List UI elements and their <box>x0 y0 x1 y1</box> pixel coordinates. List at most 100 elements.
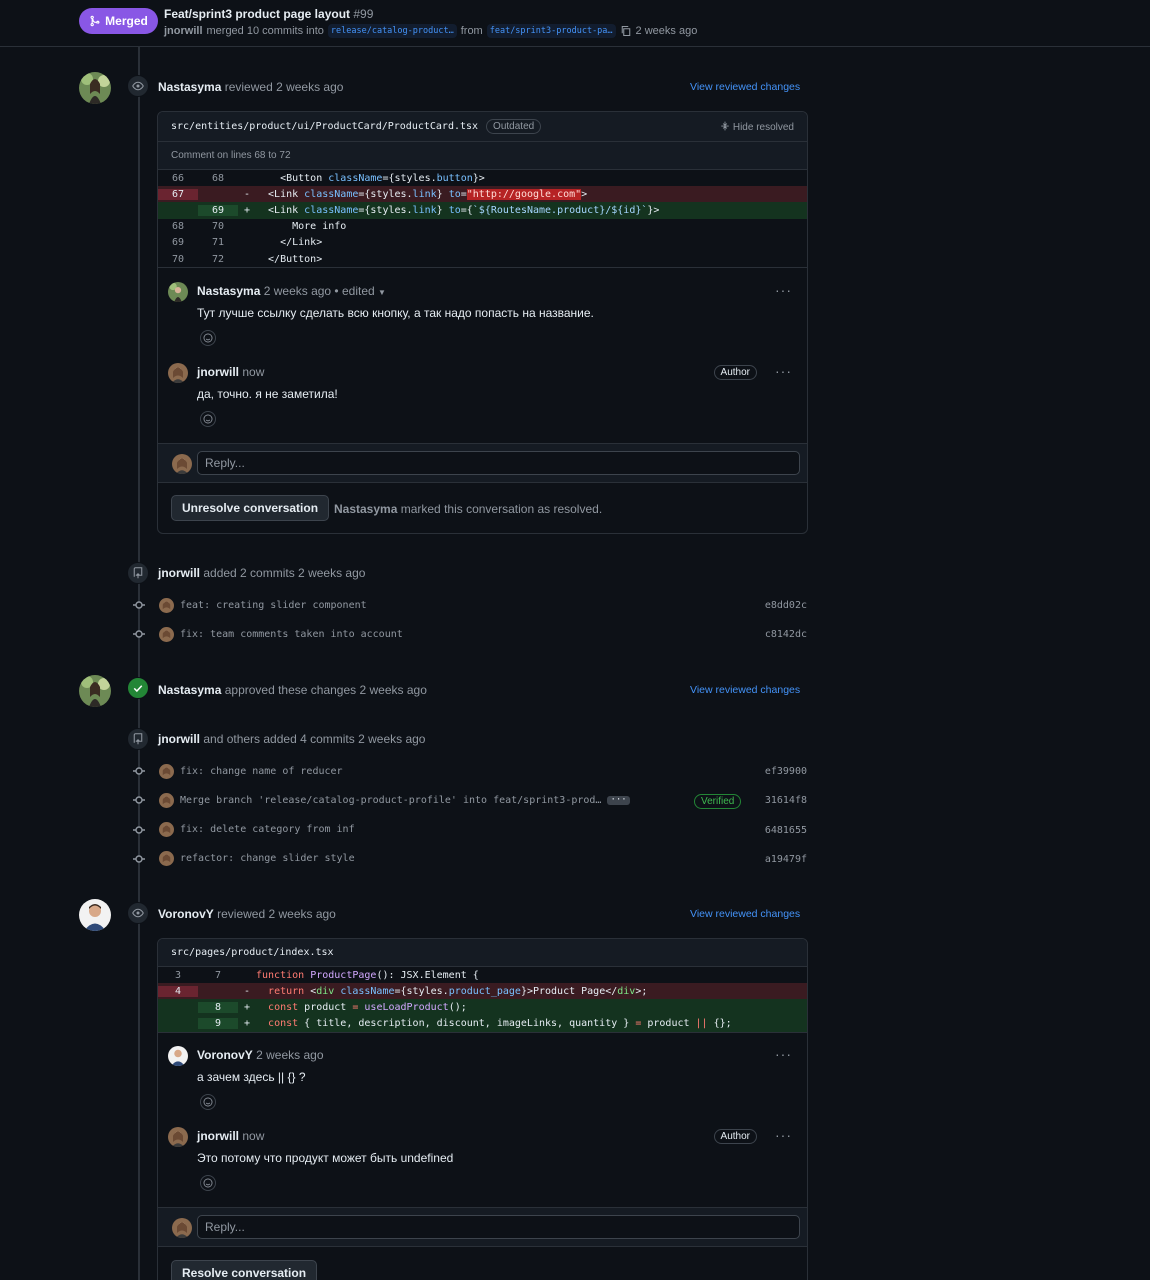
add-reaction-icon[interactable] <box>200 330 216 346</box>
comment-meta[interactable]: 2 weeks ago • edited <box>264 284 375 298</box>
commit-message[interactable]: feat: creating slider component <box>180 600 367 611</box>
diff-sign: + <box>243 1018 251 1030</box>
commits-event-text: jnorwill and others added 4 commits 2 we… <box>158 732 425 746</box>
line-number-new[interactable]: 71 <box>198 237 238 248</box>
resolve-conversation-button[interactable]: Resolve conversation <box>171 1260 318 1280</box>
add-reaction-icon[interactable] <box>200 1175 216 1191</box>
commit-sha[interactable]: 6481655 <box>765 825 807 836</box>
commit-sha[interactable]: ef39900 <box>765 766 807 777</box>
committer-name[interactable]: jnorwill <box>158 566 200 580</box>
file-path[interactable]: src/pages/product/index.tsx <box>171 947 334 958</box>
commit-message[interactable]: refactor: change slider style <box>180 853 355 864</box>
comment-options-icon[interactable]: ··· <box>775 1046 792 1062</box>
line-number-new[interactable]: 9 <box>198 1018 238 1030</box>
add-reaction-icon[interactable] <box>200 411 216 427</box>
code-line: </Link> <box>256 237 323 249</box>
pr-author-link[interactable]: jnorwill <box>164 25 203 37</box>
avatar[interactable] <box>168 363 188 383</box>
add-reaction-icon[interactable] <box>200 1094 216 1110</box>
line-number-new[interactable]: 70 <box>198 221 238 232</box>
avatar[interactable] <box>79 899 111 931</box>
line-number-old[interactable]: 3 <box>158 970 198 981</box>
avatar[interactable] <box>79 72 111 104</box>
expand-commit-ellipsis-icon[interactable]: ··· <box>607 796 630 805</box>
line-number-new[interactable]: 7 <box>198 970 238 981</box>
avatar[interactable] <box>159 598 174 613</box>
line-number-new[interactable]: 69 <box>198 204 238 216</box>
line-number-old[interactable]: 70 <box>158 254 198 265</box>
check-icon <box>133 685 143 693</box>
resolved-by-user[interactable]: Nastasyma <box>334 502 397 516</box>
comment-options-icon[interactable]: ··· <box>775 282 792 298</box>
avatar <box>172 454 192 474</box>
view-reviewed-changes-link[interactable]: View reviewed changes <box>690 81 800 93</box>
reply-input[interactable]: Reply... <box>197 1215 800 1239</box>
review-comment-reply: jnorwill now Author ··· да, точно. я не … <box>168 363 797 433</box>
line-number-old[interactable]: 68 <box>158 221 198 232</box>
copy-icon[interactable] <box>620 25 632 37</box>
avatar[interactable] <box>159 627 174 642</box>
reply-input[interactable]: Reply... <box>197 451 800 475</box>
merged-label: Merged <box>105 14 148 28</box>
commit-message[interactable]: fix: team comments taken into account <box>180 629 403 640</box>
reviewer-name[interactable]: Nastasyma <box>158 80 221 94</box>
review-comment: VoronovY 2 weeks ago ··· а зачем здесь |… <box>168 1046 797 1116</box>
comment-author[interactable]: jnorwill <box>197 365 239 379</box>
comment-author[interactable]: Nastasyma <box>197 284 260 298</box>
commit-sha[interactable]: e8dd02c <box>765 600 807 611</box>
avatar[interactable] <box>159 851 174 866</box>
comment-body: а зачем здесь || {} ? <box>197 1070 306 1084</box>
review-action: reviewed 2 weeks ago <box>217 907 336 921</box>
base-branch[interactable]: release/catalog-product… <box>327 24 457 38</box>
jnorwill-avatar-image <box>159 598 174 613</box>
review-comment: Nastasyma 2 weeks ago • edited ▼ ··· Тут… <box>168 282 797 352</box>
review-event-text: VoronovY reviewed 2 weeks ago <box>158 907 336 921</box>
avatar[interactable] <box>79 675 111 707</box>
commit-sha[interactable]: a19479f <box>765 854 807 865</box>
approver-name[interactable]: Nastasyma <box>158 683 221 697</box>
committer-name[interactable]: jnorwill <box>158 732 200 746</box>
commit-icon <box>133 630 145 638</box>
chevron-down-icon[interactable]: ▼ <box>378 288 386 297</box>
commit-icon <box>133 601 145 609</box>
verified-badge[interactable]: Verified <box>694 794 742 809</box>
comment-meta[interactable]: now <box>242 365 264 379</box>
comment-options-icon[interactable]: ··· <box>775 363 792 379</box>
commit-message[interactable]: fix: change name of reducer <box>180 766 343 777</box>
comment-range-label: Comment on lines 68 to 72 <box>158 142 807 170</box>
avatar[interactable] <box>159 764 174 779</box>
review-event-badge <box>127 902 149 924</box>
commit-message[interactable]: Merge branch 'release/catalog-product-pr… <box>180 795 601 806</box>
avatar[interactable] <box>168 1046 188 1066</box>
unresolve-conversation-button[interactable]: Unresolve conversation <box>171 495 330 521</box>
hide-resolved-button[interactable]: Hide resolved <box>720 121 794 133</box>
comment-body: Это потому что продукт может быть undefi… <box>197 1151 454 1165</box>
view-reviewed-changes-link[interactable]: View reviewed changes <box>690 908 800 920</box>
commit-message[interactable]: fix: delete category from inf <box>180 824 355 835</box>
diff-line: 3 7 function ProductPage(): JSX.Element { <box>158 967 807 983</box>
avatar[interactable] <box>168 1127 188 1147</box>
comment-meta[interactable]: now <box>242 1129 264 1143</box>
comment-meta[interactable]: 2 weeks ago <box>256 1048 323 1062</box>
commit-sha[interactable]: c8142dc <box>765 629 807 640</box>
line-number-new[interactable]: 72 <box>198 254 238 265</box>
view-reviewed-changes-link[interactable]: View reviewed changes <box>690 684 800 696</box>
line-number-old[interactable]: 67 <box>158 188 198 200</box>
comment-author[interactable]: jnorwill <box>197 1129 239 1143</box>
diff-line-deleted: 67 - <Link className={styles.link} to="ht… <box>158 186 807 203</box>
line-number-new[interactable]: 68 <box>198 173 238 184</box>
line-number-old[interactable]: 69 <box>158 237 198 248</box>
comment-author[interactable]: VoronovY <box>197 1048 253 1062</box>
commit-icon <box>133 826 145 834</box>
avatar[interactable] <box>159 793 174 808</box>
head-branch[interactable]: feat/sprint3-product-pa… <box>486 24 616 38</box>
file-path[interactable]: src/entities/product/ui/ProductCard/Prod… <box>171 121 478 132</box>
reviewer-name[interactable]: VoronovY <box>158 907 214 921</box>
avatar[interactable] <box>168 282 188 302</box>
comment-options-icon[interactable]: ··· <box>775 1127 792 1143</box>
commit-sha[interactable]: 31614f8 <box>765 795 807 806</box>
line-number-old[interactable]: 4 <box>158 985 198 997</box>
line-number-new[interactable]: 8 <box>198 1001 238 1013</box>
line-number-old[interactable]: 66 <box>158 173 198 184</box>
avatar[interactable] <box>159 822 174 837</box>
